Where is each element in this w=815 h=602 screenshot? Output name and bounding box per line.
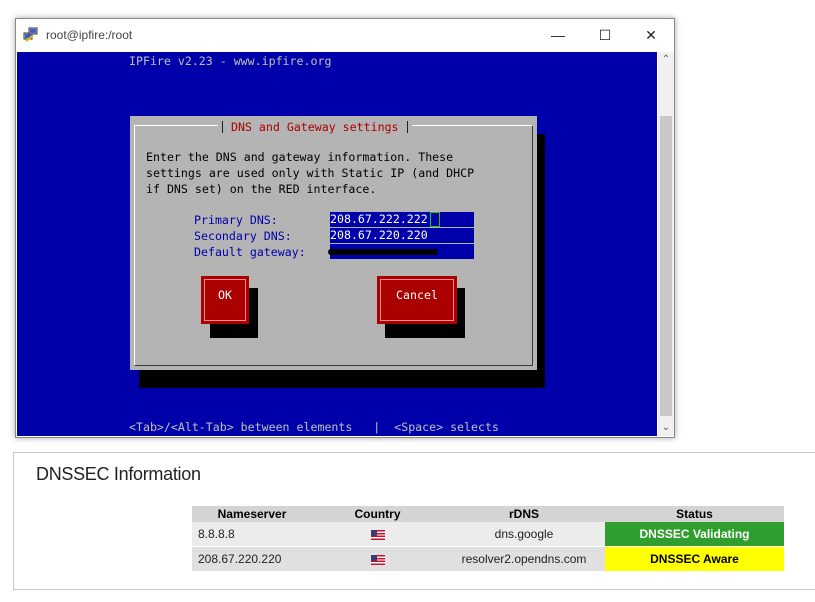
table-row: 208.67.220.220 resolver2.opendns.com DNS… xyxy=(192,546,784,572)
minimize-button[interactable]: — xyxy=(535,19,581,51)
vertical-scrollbar[interactable]: ⌃ ⌄ xyxy=(658,52,674,436)
column-header: Status xyxy=(605,506,784,522)
us-flag-icon xyxy=(370,554,385,565)
secondary-dns-value: 208.67.220.220 xyxy=(330,228,428,242)
ok-label: OK xyxy=(204,279,246,321)
terminal-footer: <Tab>/<Alt-Tab> between elements | <Spac… xyxy=(129,420,499,434)
cancel-label: Cancel xyxy=(380,279,454,321)
rdns-cell: dns.google xyxy=(443,522,605,547)
title-divider-right xyxy=(406,120,408,133)
title-divider-left xyxy=(222,120,223,133)
ok-button[interactable]: OK xyxy=(201,276,249,324)
primary-dns-field[interactable]: 208.67.222.222 xyxy=(330,212,474,227)
nameserver-cell: 208.67.220.220 xyxy=(192,546,312,572)
column-header: rDNS xyxy=(443,506,605,522)
column-header: Nameserver xyxy=(192,506,312,522)
description-line: if DNS set) on the RED interface. xyxy=(146,182,377,196)
dns-gateway-dialog: DNS and Gateway settings Enter the DNS a… xyxy=(130,116,537,370)
scroll-down-icon[interactable]: ⌄ xyxy=(658,420,674,436)
maximize-button[interactable]: ☐ xyxy=(582,19,628,51)
status-badge: DNSSEC Aware xyxy=(605,546,784,572)
redaction-mark xyxy=(328,249,438,255)
terminal-screen[interactable]: IPFire v2.23 - www.ipfire.org DNS and Ga… xyxy=(17,52,657,436)
dnssec-table: Nameserver Country rDNS Status 8.8.8.8 d… xyxy=(192,506,784,572)
close-icon: ✕ xyxy=(645,27,657,43)
country-cell xyxy=(312,546,443,572)
panel-title: DNSSEC Information xyxy=(36,464,201,484)
text-cursor xyxy=(429,212,440,227)
dnssec-panel: DNSSEC Information Nameserver Country rD… xyxy=(13,452,815,590)
cancel-button[interactable]: Cancel xyxy=(377,276,457,324)
secondary-dns-field[interactable]: 208.67.220.220 xyxy=(330,228,474,243)
close-button[interactable]: ✕ xyxy=(628,19,674,51)
primary-dns-value: 208.67.222.222 xyxy=(330,212,428,226)
window-title: root@ipfire:/root xyxy=(46,28,133,42)
scroll-thumb[interactable] xyxy=(660,116,672,416)
dialog-title-bar: DNS and Gateway settings xyxy=(218,119,412,134)
status-badge: DNSSEC Validating xyxy=(605,522,784,547)
terminal-header: IPFire v2.23 - www.ipfire.org xyxy=(129,54,332,68)
nameserver-cell: 8.8.8.8 xyxy=(192,522,312,547)
table-row: 8.8.8.8 dns.google DNSSEC Validating xyxy=(192,522,784,547)
table-header-row: Nameserver Country rDNS Status xyxy=(192,506,784,522)
default-gateway-label: Default gateway: xyxy=(194,245,306,259)
maximize-icon: ☐ xyxy=(598,27,612,43)
rdns-cell: resolver2.opendns.com xyxy=(443,546,605,572)
minimize-icon: — xyxy=(551,27,565,43)
terminal-window: root@ipfire:/root — ☐ ✕ IPFire v2.23 - w… xyxy=(15,18,675,438)
column-header: Country xyxy=(312,506,443,522)
secondary-dns-label: Secondary DNS: xyxy=(194,229,292,243)
scroll-up-icon[interactable]: ⌃ xyxy=(658,52,674,68)
country-cell xyxy=(312,522,443,547)
dialog-description: Enter the DNS and gateway information. T… xyxy=(146,149,474,197)
dialog-title: DNS and Gateway settings xyxy=(231,119,399,134)
us-flag-icon xyxy=(370,529,385,540)
description-line: Enter the DNS and gateway information. T… xyxy=(146,150,454,164)
putty-icon xyxy=(23,27,38,42)
primary-dns-label: Primary DNS: xyxy=(194,213,278,227)
description-line: settings are used only with Static IP (a… xyxy=(146,166,475,180)
title-bar[interactable]: root@ipfire:/root — ☐ ✕ xyxy=(16,19,674,51)
